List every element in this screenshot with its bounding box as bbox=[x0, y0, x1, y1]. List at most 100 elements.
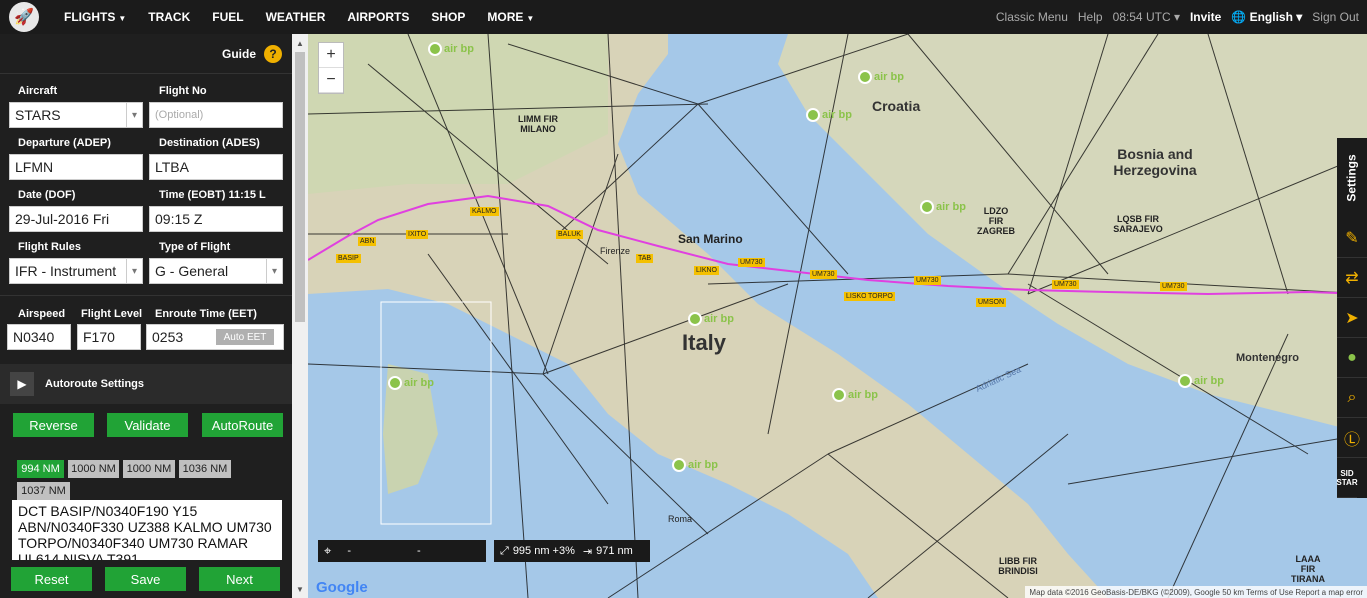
reset-button[interactable]: Reset bbox=[11, 567, 92, 591]
scroll-thumb[interactable] bbox=[295, 52, 305, 322]
flight-type-select[interactable]: G - General ▾ bbox=[149, 258, 283, 284]
validate-button[interactable]: Validate bbox=[107, 413, 188, 437]
eet-label: Enroute Time (EET) bbox=[155, 308, 257, 320]
airbp-marker[interactable]: air bp bbox=[672, 458, 718, 472]
reverse-button[interactable]: Reverse bbox=[13, 413, 94, 437]
route-tab-1[interactable]: 994 NM bbox=[17, 460, 64, 478]
airbp-icon bbox=[806, 108, 820, 122]
main-nav: FLIGHTS ▼ TRACK FUEL WEATHER AIRPORTS SHO… bbox=[64, 10, 556, 24]
airbp-marker[interactable]: air bp bbox=[920, 200, 966, 214]
nav-track[interactable]: TRACK bbox=[148, 10, 190, 24]
destination-input[interactable]: LTBA bbox=[149, 154, 283, 180]
zoom-out-button[interactable]: − bbox=[319, 68, 343, 93]
autoroute-button[interactable]: AutoRoute bbox=[202, 413, 283, 437]
airbp-marker[interactable]: air bp bbox=[858, 70, 904, 84]
flight-rules-select[interactable]: IFR - Instrument ▾ bbox=[9, 258, 143, 284]
map-attribution[interactable]: Map data ©2016 GeoBasis-DE/BKG (©2009), … bbox=[1025, 586, 1367, 598]
layers-icon[interactable]: Ⓛ bbox=[1337, 418, 1367, 458]
invite-link[interactable]: Invite bbox=[1190, 10, 1221, 24]
utc-time[interactable]: 08:54 UTC ▾ bbox=[1113, 10, 1180, 24]
bp-icon[interactable]: ● bbox=[1337, 338, 1367, 378]
settings-tab[interactable]: Settings bbox=[1337, 138, 1367, 218]
airbp-label: air bp bbox=[874, 70, 904, 83]
aircraft-value: STARS bbox=[15, 107, 61, 123]
help-icon[interactable]: ? bbox=[264, 44, 282, 63]
waypoint-tag: UM730 bbox=[738, 258, 765, 267]
navigate-icon[interactable]: ➤ bbox=[1337, 298, 1367, 338]
google-logo: Google bbox=[316, 579, 368, 596]
right-nav: Classic Menu Help 08:54 UTC ▾ Invite 🌐 E… bbox=[996, 0, 1367, 34]
airbp-marker[interactable]: air bp bbox=[428, 42, 474, 56]
airbp-marker[interactable]: air bp bbox=[388, 376, 434, 390]
nav-weather[interactable]: WEATHER bbox=[266, 10, 326, 24]
nav-flights[interactable]: FLIGHTS ▼ bbox=[64, 10, 126, 24]
language-text: English bbox=[1249, 10, 1293, 24]
airbp-marker[interactable]: air bp bbox=[688, 312, 734, 326]
nav-shop[interactable]: SHOP bbox=[431, 10, 465, 24]
airbp-marker[interactable]: air bp bbox=[832, 388, 878, 402]
airbp-icon bbox=[1178, 374, 1192, 388]
crosshair-icon: ⌖ bbox=[324, 543, 332, 558]
divider bbox=[0, 295, 292, 296]
aircraft-select[interactable]: STARS ▾ bbox=[9, 102, 143, 128]
nav-more[interactable]: MORE ▼ bbox=[487, 10, 534, 24]
waypoint-tag: UM730 bbox=[914, 276, 941, 285]
aircraft-label: Aircraft bbox=[18, 85, 58, 97]
route-tab-3[interactable]: 1000 NM bbox=[123, 460, 175, 478]
language-select[interactable]: 🌐 English ▾ bbox=[1231, 10, 1302, 24]
auto-eet-button[interactable]: Auto EET bbox=[216, 329, 274, 345]
direct-icon: ⇥ bbox=[582, 545, 593, 558]
caret-down-icon: ▼ bbox=[118, 14, 127, 23]
save-button[interactable]: Save bbox=[105, 567, 186, 591]
waypoint-tag: LISKO bbox=[844, 292, 869, 301]
distance-readout: ⤢ 995 nm +3% ⇥ 971 nm bbox=[494, 540, 650, 562]
route-tab-5[interactable]: 1037 NM bbox=[17, 482, 70, 500]
autoroute-settings-row[interactable]: ▶ Autoroute Settings bbox=[0, 364, 292, 404]
search-icon[interactable]: ⌕ bbox=[1337, 378, 1367, 418]
route-textarea[interactable]: DCT BASIP/N0340F190 Y15 ABN/N0340F330 UZ… bbox=[12, 500, 282, 560]
airbp-label: air bp bbox=[1194, 374, 1224, 387]
coord-lat: - bbox=[347, 545, 351, 557]
waypoint-tag: BALUK bbox=[556, 230, 583, 239]
date-label: Date (DOF) bbox=[18, 189, 76, 201]
classic-menu-link[interactable]: Classic Menu bbox=[996, 10, 1068, 24]
sidebar-scrollbar[interactable]: ▲ ▼ bbox=[292, 34, 308, 598]
route-tab-4[interactable]: 1036 NM bbox=[179, 460, 231, 478]
coordinate-readout: ⌖ - - bbox=[318, 540, 486, 562]
scroll-up-icon[interactable]: ▲ bbox=[292, 36, 308, 50]
waypoint-tag: BASIP bbox=[336, 254, 361, 263]
scroll-down-icon[interactable]: ▼ bbox=[292, 582, 308, 596]
destination-label: Destination (ADES) bbox=[159, 137, 260, 149]
airbp-marker[interactable]: air bp bbox=[1178, 374, 1224, 388]
flight-level-input[interactable]: F170 bbox=[77, 324, 141, 350]
zoom-in-button[interactable]: + bbox=[319, 43, 343, 68]
time-input[interactable]: 09:15 Z bbox=[149, 206, 283, 232]
map-label-italy: Italy bbox=[682, 330, 727, 355]
fir-milano: LIMM FIR MILANO bbox=[518, 114, 558, 134]
logo[interactable]: 🚀 bbox=[2, 0, 46, 34]
direct-distance: 971 nm bbox=[596, 545, 633, 557]
airspeed-input[interactable]: N0340 bbox=[7, 324, 71, 350]
sid-star-button[interactable]: SID STAR bbox=[1336, 458, 1358, 498]
departure-input[interactable]: LFMN bbox=[9, 154, 143, 180]
route-tool-icon[interactable]: ⇄ bbox=[1337, 258, 1367, 298]
route-tab-2[interactable]: 1000 NM bbox=[68, 460, 119, 478]
next-button[interactable]: Next bbox=[199, 567, 280, 591]
ruler-tool-icon[interactable]: ✎ bbox=[1337, 218, 1367, 258]
nav-airports[interactable]: AIRPORTS bbox=[347, 10, 409, 24]
date-input[interactable]: 29-Jul-2016 Fri bbox=[9, 206, 143, 232]
fir-brindisi: LIBB FIR BRINDISI bbox=[998, 556, 1038, 576]
flightno-label: Flight No bbox=[159, 85, 207, 97]
guide-label[interactable]: Guide bbox=[222, 47, 256, 61]
airbp-marker[interactable]: air bp bbox=[806, 108, 852, 122]
autoroute-settings-label: Autoroute Settings bbox=[45, 378, 144, 390]
flightno-input[interactable]: (Optional) bbox=[149, 102, 283, 128]
sign-out-link[interactable]: Sign Out bbox=[1312, 10, 1359, 24]
waypoint-tag: UM730 bbox=[810, 270, 837, 279]
airbp-icon bbox=[858, 70, 872, 84]
nav-fuel[interactable]: FUEL bbox=[212, 10, 243, 24]
zoom-control: + − bbox=[318, 42, 344, 94]
airbp-label: air bp bbox=[848, 388, 878, 401]
help-link[interactable]: Help bbox=[1078, 10, 1103, 24]
map-view[interactable]: + − Italy Croatia Bosnia and Herzegovina… bbox=[308, 34, 1367, 598]
